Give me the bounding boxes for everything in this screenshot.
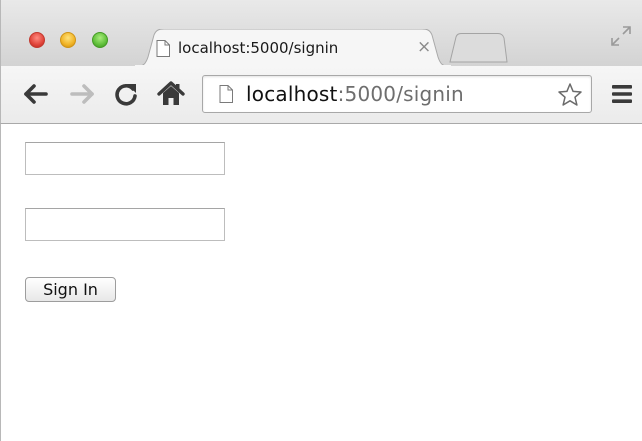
home-icon <box>157 81 185 105</box>
new-tab-button[interactable] <box>448 33 508 63</box>
zoom-window-button[interactable] <box>92 32 108 48</box>
star-icon[interactable] <box>557 82 583 108</box>
url-host: localhost <box>246 82 338 106</box>
tab-title: localhost:5000/signin <box>178 39 339 57</box>
tab-close-icon[interactable]: × <box>417 37 431 57</box>
tab-active[interactable]: localhost:5000/signin × <box>134 29 452 67</box>
password-input[interactable] <box>25 208 225 241</box>
url-path: :5000/signin <box>337 82 464 106</box>
minimize-window-button[interactable] <box>60 32 76 48</box>
forward-arrow-icon <box>70 84 94 104</box>
menu-icon[interactable] <box>611 83 633 105</box>
back-arrow-icon <box>24 84 48 104</box>
sign-in-button[interactable]: Sign In <box>25 277 116 302</box>
page-icon <box>219 85 233 103</box>
address-bar[interactable]: localhost:5000/signin <box>202 75 592 113</box>
tab-strip: localhost:5000/signin × <box>0 0 642 67</box>
browser-window: localhost:5000/signin × localhost:5000/s… <box>0 0 642 441</box>
fullscreen-icon[interactable] <box>609 24 633 48</box>
back-button[interactable] <box>21 79 51 109</box>
reload-button[interactable] <box>111 79 141 109</box>
page-content: Sign In <box>0 124 642 441</box>
page-icon <box>156 40 170 57</box>
close-window-button[interactable] <box>29 32 45 48</box>
forward-button[interactable] <box>67 79 97 109</box>
username-input[interactable] <box>25 142 225 175</box>
home-button[interactable] <box>156 79 186 109</box>
address-url[interactable]: localhost:5000/signin <box>246 82 464 106</box>
toolbar: localhost:5000/signin <box>0 66 642 124</box>
reload-icon <box>115 83 137 106</box>
